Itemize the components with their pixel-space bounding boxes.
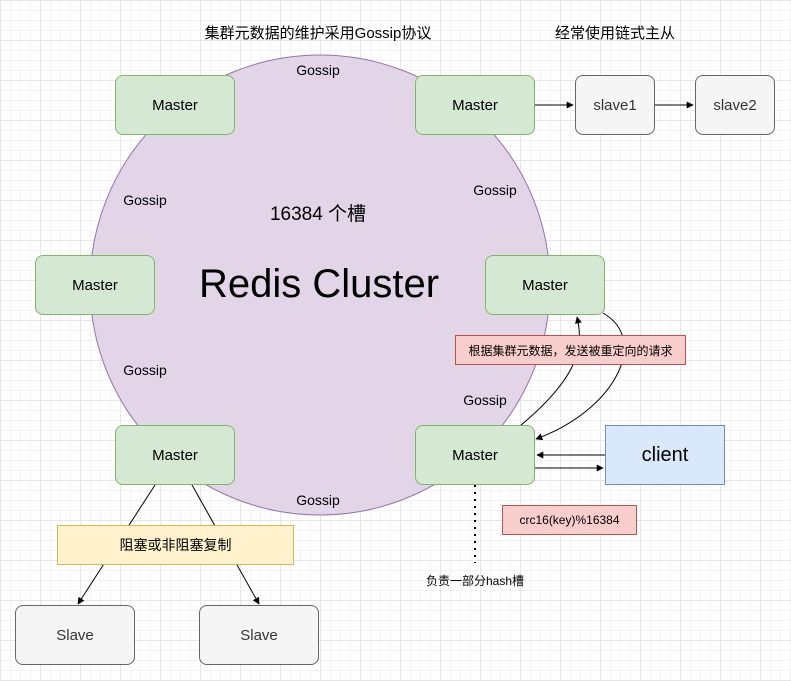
title-gossip-meta: 集群元数据的维护采用Gossip协议	[204, 25, 432, 42]
title-chain-replication: 经常使用链式主从	[554, 25, 676, 42]
master-node-bottom-right: Master	[415, 425, 535, 485]
redirect-note: 根据集群元数据，发送被重定向的请求	[455, 335, 686, 365]
crc-note: crc16(key)%16384	[502, 505, 637, 535]
master-node-right: Master	[485, 255, 605, 315]
gossip-label-upper-left: Gossip	[123, 192, 167, 208]
slave-node-left: Slave	[15, 605, 135, 665]
hash-slot-label: 负责一部分hash槽	[425, 574, 525, 588]
arrow-redirect-down	[535, 312, 625, 441]
gossip-label-top: Gossip	[296, 62, 340, 78]
master-node-top-left: Master	[115, 75, 235, 135]
master-node-top-right: Master	[415, 75, 535, 135]
gossip-label-bottom: Gossip	[296, 492, 340, 508]
slave-node-right: Slave	[199, 605, 319, 665]
slave1-node: slave1	[575, 75, 655, 135]
master-node-left: Master	[35, 255, 155, 315]
cluster-slots-label: 16384 个槽	[269, 204, 367, 225]
gossip-label-lower-left: Gossip	[123, 362, 167, 378]
client-node: client	[605, 425, 725, 485]
slave2-node: slave2	[695, 75, 775, 135]
gossip-label-lower-right: Gossip	[463, 392, 507, 408]
replication-note: 阻塞或非阻塞复制	[57, 525, 294, 565]
cluster-name: Redis Cluster	[198, 262, 440, 306]
master-node-bottom-left: Master	[115, 425, 235, 485]
gossip-label-upper-right: Gossip	[473, 182, 517, 198]
